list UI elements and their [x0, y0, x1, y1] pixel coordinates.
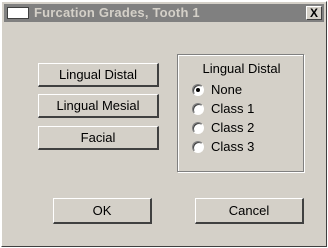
radio-unselected-icon [192, 103, 204, 115]
furcation-grades-dialog: Furcation Grades, Tooth 1 X Lingual Dist… [1, 1, 327, 247]
cancel-button-label: Cancel [228, 203, 270, 218]
radio-selected-icon [192, 84, 204, 96]
facial-button-label: Facial [80, 130, 116, 145]
cancel-button[interactable]: Cancel [195, 198, 304, 224]
window-title: Furcation Grades, Tooth 1 [34, 5, 200, 20]
close-button[interactable]: X [306, 6, 322, 20]
ok-button[interactable]: OK [53, 198, 152, 224]
radio-unselected-icon [192, 141, 204, 153]
radio-class-1-label: Class 1 [211, 101, 255, 116]
radio-none-label: None [211, 82, 243, 97]
radio-unselected-icon [192, 122, 204, 134]
close-icon: X [309, 6, 318, 20]
radio-dot-icon [196, 88, 200, 92]
lingual-distal-button-label: Lingual Distal [58, 67, 138, 82]
ok-button-label: OK [92, 203, 112, 218]
title-bar[interactable]: Furcation Grades, Tooth 1 X [4, 4, 324, 22]
facial-button[interactable]: Facial [38, 126, 159, 150]
furcation-grade-group: Lingual Distal None Class 1 Class 2 Clas… [177, 54, 304, 172]
radio-class-2-label: Class 2 [211, 120, 255, 135]
lingual-mesial-button[interactable]: Lingual Mesial [38, 94, 159, 118]
group-title: Lingual Distal [202, 61, 281, 76]
radio-class-3-label: Class 3 [211, 139, 255, 154]
window-icon [7, 7, 29, 19]
lingual-distal-button[interactable]: Lingual Distal [38, 63, 159, 87]
lingual-mesial-button-label: Lingual Mesial [56, 98, 140, 113]
